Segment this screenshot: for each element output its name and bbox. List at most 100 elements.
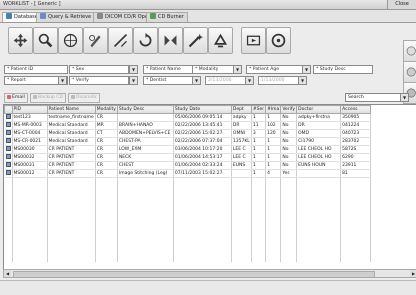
empty-cell: [340, 255, 372, 262]
column-header[interactable]: Dept: [230, 105, 252, 114]
dentist-field[interactable]: * Dentist: [143, 76, 193, 85]
study-desc-field[interactable]: * Study Desc: [313, 65, 373, 74]
empty-cell: [12, 185, 48, 192]
annotate-button[interactable]: [83, 27, 108, 54]
email-button[interactable]: Email: [4, 93, 28, 103]
column-header[interactable]: Verify: [280, 105, 298, 114]
empty-cell: [173, 185, 232, 192]
empty-cell: [296, 206, 342, 213]
table-row[interactable]: test123 testname_firstname CR 05/06/2006 09…: [4, 113, 372, 122]
column-header[interactable]: Doctor: [296, 105, 342, 114]
empty-cell: [4, 248, 13, 255]
empty-cell: [12, 192, 48, 199]
table-cell: 4: [265, 169, 282, 178]
window-level-button[interactable]: [108, 27, 133, 54]
cd-icon: [406, 67, 416, 77]
patient-age-field[interactable]: * Patient Age: [246, 65, 304, 74]
table-row[interactable]: MS00030 CR PATIENT CR LOW_EXM 03/06/2004 10:…: [4, 145, 372, 154]
wand-button[interactable]: [183, 27, 208, 54]
empty-cell: [117, 213, 174, 220]
table-cell: [296, 169, 342, 178]
flip-button[interactable]: [158, 27, 183, 54]
age-dropdown-button[interactable]: ▼: [302, 65, 311, 74]
empty-cell: [47, 255, 96, 262]
column-header[interactable]: Modality: [94, 105, 118, 114]
tab-label: CD Burner: [158, 14, 184, 20]
tab-cd-burner[interactable]: CD Burner: [146, 12, 188, 22]
table-row[interactable]: MS-CR-0021 Medical Standard CR CHEST-PA 02/2…: [4, 137, 372, 146]
search-dropdown-button[interactable]: ▼: [400, 93, 409, 102]
empty-cell: [47, 241, 96, 248]
preset-button[interactable]: [208, 27, 233, 54]
date-to-field[interactable]: 1/13/2000: [258, 76, 300, 85]
table-row[interactable]: MS-CT-0004 Medical Standard CT ABDOMEN+PELV…: [4, 129, 372, 138]
close-button[interactable]: Close: [387, 0, 416, 9]
print-icon: [271, 33, 286, 48]
date-from-picker[interactable]: ▼: [245, 76, 254, 85]
cine-button[interactable]: [241, 27, 266, 54]
scroll-thumb[interactable]: [13, 271, 375, 278]
column-header[interactable]: PID: [11, 105, 48, 114]
empty-cell: [280, 248, 298, 255]
empty-cell: [231, 241, 252, 248]
sex-field[interactable]: * Sex: [69, 65, 129, 74]
modality-dropdown-button[interactable]: ▼: [233, 65, 242, 74]
tab-query-retrieve[interactable]: Query & Retrieve: [36, 12, 96, 22]
column-header[interactable]: Study Desc: [116, 105, 174, 114]
table-row[interactable]: MS-MR-0003 Medical Standard MR BRAIN+HANAO 0…: [4, 121, 372, 130]
date-from-field[interactable]: 2/13/2000: [205, 76, 247, 85]
column-header[interactable]: #Ima: [265, 105, 282, 114]
column-header[interactable]: #Ser: [250, 105, 267, 114]
date-to-picker[interactable]: ▼: [298, 76, 307, 85]
empty-cell: [280, 192, 298, 199]
print-button[interactable]: [266, 27, 291, 54]
dentist-dropdown-button[interactable]: ▼: [192, 76, 201, 85]
column-header[interactable]: Access: [340, 105, 372, 114]
report-dropdown-button[interactable]: ▼: [58, 76, 67, 85]
patient-id-field[interactable]: * Patient ID: [4, 65, 68, 74]
export-button[interactable]: [403, 40, 416, 62]
modality-field[interactable]: * Modality: [192, 65, 234, 74]
cd-button[interactable]: [403, 61, 416, 83]
backup-cd-button[interactable]: Backup CD: [30, 93, 67, 103]
column-header[interactable]: Study Date: [172, 105, 232, 114]
empty-row: [4, 185, 372, 192]
patient-name-field[interactable]: * Patient Name: [143, 65, 193, 74]
zoom-button[interactable]: [33, 27, 58, 54]
dicomdir-icon: [71, 94, 75, 99]
table-cell: 283702: [340, 137, 372, 146]
empty-cell: [173, 248, 232, 255]
empty-cell: [173, 192, 232, 199]
scroll-left-icon[interactable]: ◀: [4, 270, 11, 277]
empty-cell: [265, 248, 282, 255]
empty-cell: [280, 177, 298, 185]
horizontal-scrollbar[interactable]: ◀ ▶: [3, 269, 416, 278]
table-row[interactable]: MS00032 CR PATIENT CR NECK 01/06/2004 14:53:…: [4, 153, 372, 162]
table-row[interactable]: MS00031 CR PATIENT CR CHEST 01/06/2004 02:33…: [4, 161, 372, 170]
empty-cell: [4, 227, 13, 234]
column-header[interactable]: Patient Name: [46, 105, 96, 114]
dicomdir-button[interactable]: Dicomdir: [68, 93, 100, 103]
measure-button[interactable]: [58, 27, 83, 54]
action-bar: Email Backup CD Dicomdir Search ▼: [2, 93, 414, 103]
empty-cell: [47, 185, 96, 192]
rotate-button[interactable]: [133, 27, 158, 54]
search-input[interactable]: Search: [345, 93, 402, 102]
verify-field[interactable]: * Verify: [69, 76, 129, 85]
table-cell: test123: [12, 113, 48, 122]
sex-dropdown-button[interactable]: ▼: [129, 65, 138, 74]
backup-label: Backup CD: [38, 95, 64, 100]
scroll-right-icon[interactable]: ▶: [410, 270, 416, 277]
empty-cell: [95, 213, 118, 220]
empty-cell: [4, 220, 13, 227]
empty-cell: [47, 199, 96, 206]
pan-button[interactable]: [8, 27, 33, 54]
table-row[interactable]: MS00012 CR PATIENT CR Image Stitching (Leg)…: [4, 169, 372, 178]
row-status-icon: [4, 121, 13, 130]
email-label: Email: [12, 95, 25, 100]
empty-cell: [47, 227, 96, 234]
empty-cell: [280, 241, 298, 248]
empty-cell: [12, 255, 48, 262]
column-header[interactable]: [4, 105, 13, 114]
verify-dropdown-button[interactable]: ▼: [129, 76, 138, 85]
